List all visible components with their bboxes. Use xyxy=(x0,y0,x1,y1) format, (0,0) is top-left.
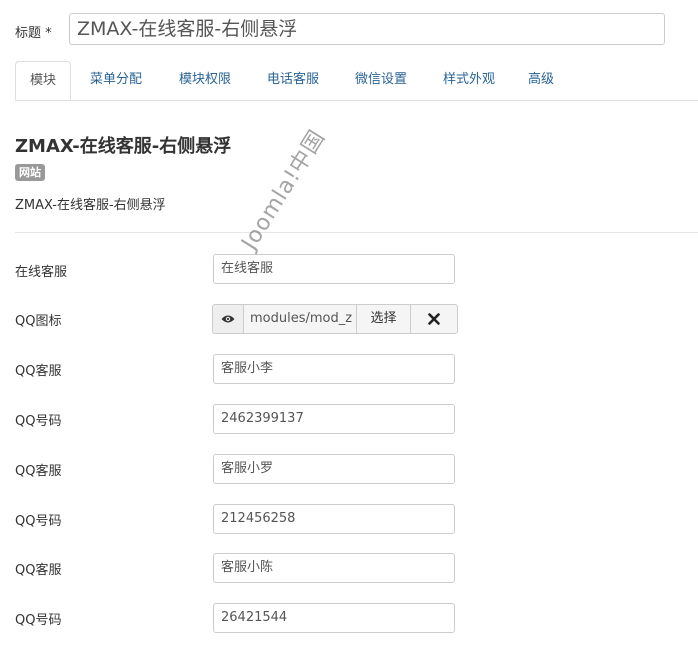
watermark: Joomla!中国 xyxy=(237,125,331,255)
qq-icon-path-input[interactable]: modules/mod_z xyxy=(243,304,357,334)
field-label-online-service: 在线客服 xyxy=(15,265,68,280)
qq-icon-media-field: modules/mod_z 选择 xyxy=(212,304,458,334)
title-input[interactable]: ZMAX-在线客服-右侧悬浮 xyxy=(69,13,665,45)
field-label-qq-service: QQ客服 xyxy=(15,563,62,578)
qq-service-input[interactable]: 客服小陈 xyxy=(213,553,455,583)
field-label-qq-service: QQ客服 xyxy=(15,364,62,379)
field-label-qq-icon: QQ图标 xyxy=(15,314,62,329)
tab-advanced[interactable]: 高级 xyxy=(517,61,565,99)
qq-number-input[interactable]: 212456258 xyxy=(213,504,455,534)
tab-menu-assignment[interactable]: 菜单分配 xyxy=(75,61,157,99)
tab-module-permissions[interactable]: 模块权限 xyxy=(165,61,245,99)
qq-number-input[interactable]: 26421544 xyxy=(213,603,455,633)
field-label-qq-number: QQ号码 xyxy=(15,514,62,529)
site-badge: 网站 xyxy=(15,164,45,181)
qq-service-input[interactable]: 客服小罗 xyxy=(213,454,455,484)
eye-icon[interactable] xyxy=(212,304,244,334)
divider xyxy=(15,232,698,233)
title-label: 标题 * xyxy=(15,26,52,41)
tab-phone-service[interactable]: 电话客服 xyxy=(253,61,333,99)
field-label-qq-number: QQ号码 xyxy=(15,414,62,429)
tab-style-appearance[interactable]: 样式外观 xyxy=(429,61,509,99)
qq-number-input[interactable]: 2462399137 xyxy=(213,404,455,434)
title-row: 标题 * ZMAX-在线客服-右侧悬浮 xyxy=(15,13,667,47)
qq-service-input[interactable]: 客服小李 xyxy=(213,354,455,384)
tab-wechat-settings[interactable]: 微信设置 xyxy=(341,61,421,99)
field-label-qq-number: QQ号码 xyxy=(15,613,62,628)
module-description: ZMAX-在线客服-右侧悬浮 xyxy=(15,198,166,213)
tab-module[interactable]: 模块 xyxy=(15,61,71,100)
module-title: ZMAX-在线客服-右侧悬浮 xyxy=(15,136,232,157)
clear-image-button[interactable] xyxy=(410,304,458,334)
field-label-qq-service: QQ客服 xyxy=(15,464,62,479)
close-icon xyxy=(428,313,440,325)
tab-bar: 模块 菜单分配 模块权限 电话客服 微信设置 样式外观 高级 xyxy=(15,61,698,101)
select-image-button[interactable]: 选择 xyxy=(356,304,411,334)
online-service-input[interactable]: 在线客服 xyxy=(213,254,455,284)
